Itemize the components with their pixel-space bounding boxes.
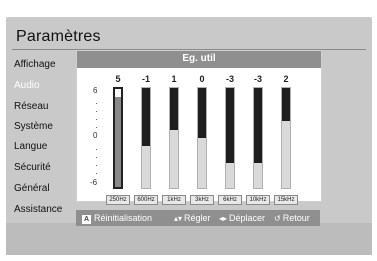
return-icon: ↺ [274, 214, 281, 223]
band-slider[interactable] [113, 87, 123, 189]
scale-tick [96, 165, 97, 166]
adjust-label: Régler [184, 213, 211, 223]
slider-fill-dark [254, 88, 262, 163]
slider-fill-dark [198, 88, 206, 138]
return-hint[interactable]: ↺ Retour [274, 213, 310, 223]
move-hint[interactable]: ◂▸ Déplacer [219, 213, 265, 223]
return-label: Retour [282, 213, 310, 223]
scale-tick [96, 127, 97, 128]
band-slider[interactable] [281, 87, 291, 189]
slider-fill-dark [142, 88, 150, 146]
band-label-1khz: 1kHz [162, 195, 186, 205]
scale-tick [96, 157, 97, 158]
menu-item-systeme[interactable]: Système [14, 121, 53, 132]
band-value: 5 [115, 74, 121, 84]
menu-item-langue[interactable]: Langue [14, 141, 47, 152]
band-value: -1 [141, 74, 150, 84]
scale-min-label: -6 [90, 178, 98, 187]
band-slider[interactable] [197, 87, 207, 189]
reset-hint[interactable]: A Réinitialisation [82, 213, 152, 224]
scale-tick [96, 111, 97, 112]
scale-max-label: 6 [93, 86, 98, 95]
menu-item-securite[interactable]: Sécurité [14, 162, 51, 173]
slider-fill-dark [226, 88, 234, 163]
band-label-10khz: 10kHz [246, 195, 270, 205]
tv-screen: Paramètres Affichage Audio Réseau Systèm… [0, 0, 377, 261]
scale-mid-label: 0 [93, 131, 98, 140]
slider-fill-dark [170, 88, 178, 130]
band-slider[interactable] [169, 87, 179, 189]
band-value: 1 [171, 74, 177, 84]
equalizer-dialog: Eg. util 6 0 -6 5 -1 1 0 -3 -3 2 250Hz 6… [76, 50, 322, 205]
slider-fill-light [282, 121, 290, 188]
page-title: Paramètres [16, 28, 101, 45]
bottom-band [6, 223, 372, 255]
left-right-arrows-icon: ◂▸ [219, 214, 228, 223]
slider-fill-light [226, 163, 234, 188]
scale-tick [96, 119, 97, 120]
band-slider[interactable] [253, 87, 263, 189]
band-value: 0 [199, 74, 205, 84]
band-label-3khz: 3kHz [190, 195, 214, 205]
band-value: -3 [253, 74, 262, 84]
slider-fill-light [170, 130, 178, 188]
menu-item-audio[interactable]: Audio [14, 80, 40, 91]
adjust-hint[interactable]: ▴▾ Régler [174, 213, 211, 223]
band-label-6khz: 6kHz [218, 195, 242, 205]
menu-item-assistance[interactable]: Assistance [14, 204, 62, 215]
scale-tick [96, 173, 97, 174]
dialog-title: Eg. util [182, 53, 216, 64]
help-bar: A Réinitialisation ▴▾ Régler ◂▸ Déplacer ↺ R… [76, 210, 320, 226]
band-value: -3 [225, 74, 234, 84]
move-label: Déplacer [229, 213, 266, 223]
scale-tick [96, 103, 97, 104]
slider-fill-dark [282, 88, 290, 121]
a-key-icon: A [82, 215, 91, 224]
slider-fill-light [198, 138, 206, 188]
band-label-15khz: 15kHz [274, 195, 298, 205]
band-value: 2 [283, 74, 289, 84]
reset-label: Réinitialisation [94, 213, 153, 223]
dialog-header: Eg. util [77, 51, 321, 68]
band-label-250hz: 250Hz [106, 195, 130, 205]
menu-item-affichage[interactable]: Affichage [14, 59, 56, 70]
menu-item-reseau[interactable]: Réseau [14, 101, 48, 112]
band-slider[interactable] [225, 87, 235, 189]
slider-fill-light [254, 163, 262, 188]
menu-item-general[interactable]: Général [14, 183, 50, 194]
slider-fill-light [115, 97, 121, 187]
up-down-arrows-icon: ▴▾ [174, 214, 183, 223]
slider-fill-light [142, 146, 150, 188]
scale-tick [96, 149, 97, 150]
band-slider[interactable] [141, 87, 151, 189]
band-label-600hz: 600Hz [134, 195, 158, 205]
